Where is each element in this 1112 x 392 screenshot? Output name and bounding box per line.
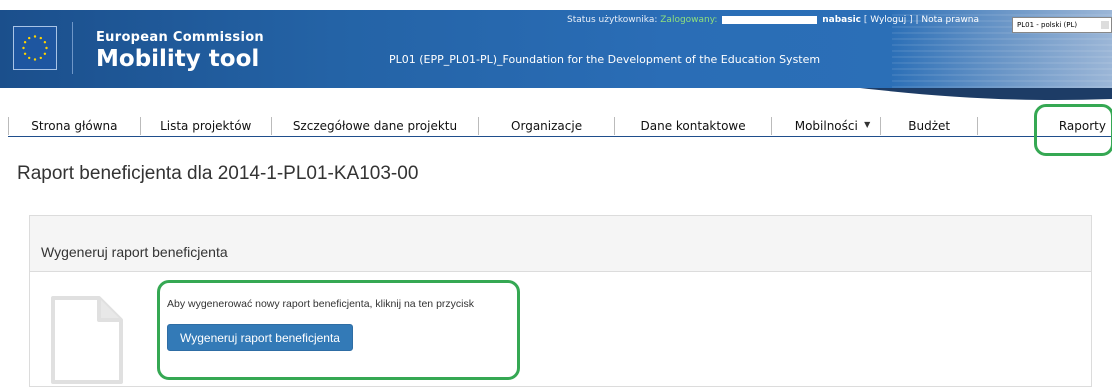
logout-link[interactable]: Wyloguj (870, 15, 906, 25)
eu-flag-logo (13, 26, 57, 70)
legal-notice-link[interactable]: Nota prawna (921, 15, 979, 25)
nav-item-contacts[interactable]: Dane kontaktowe (615, 117, 773, 135)
logo-divider (72, 22, 73, 74)
brand-commission: European Commission (96, 30, 264, 45)
nav-item-home[interactable]: Strona główna (8, 117, 141, 135)
nav-item-reports[interactable]: Raporty (978, 117, 1112, 135)
nav-item-organisations[interactable]: Organizacje (479, 117, 615, 135)
status-value: Zalogowany: (660, 15, 718, 25)
nav-item-budget[interactable]: Budżet (881, 117, 979, 135)
language-selected: PL01 - polski (PL) (1017, 21, 1078, 29)
page-title: Raport beneficjenta dla 2014-1-PL01-KA10… (17, 163, 481, 185)
user-status: Status użytkownika: Zalogowany: nabasic … (567, 15, 980, 25)
caret-down-icon: ▼ (864, 120, 871, 129)
nav-item-mobilities[interactable]: Mobilności ▼ (772, 117, 882, 135)
organisation-subtitle: PL01 (EPP_PL01-PL)_Foundation for the De… (389, 53, 821, 66)
header-sweep-graphic (0, 88, 1112, 100)
brand-app-name[interactable]: Mobility tool (96, 46, 259, 72)
generate-report-panel: Wygeneruj raport beneficjenta Aby wygene… (29, 215, 1092, 387)
redacted-area (722, 15, 818, 24)
panel-header: Wygeneruj raport beneficjenta (30, 216, 1091, 272)
language-select[interactable]: PL01 - polski (PL) (1012, 17, 1112, 33)
nav-item-mobilities-label: Mobilności (794, 119, 858, 133)
generate-report-button[interactable]: Wygeneruj raport beneficjenta (167, 324, 353, 351)
panel-instruction: Aby wygenerować nowy raport beneficjenta… (167, 298, 474, 310)
username: nabasic (822, 15, 861, 25)
panel-title: Wygeneruj raport beneficjenta (41, 244, 228, 260)
main-navigation: Strona główna Lista projektów Szczegółow… (8, 117, 1112, 137)
document-icon (51, 296, 123, 384)
redacted-area (418, 163, 481, 184)
nav-item-project-details[interactable]: Szczegółowe dane projektu (272, 117, 480, 135)
nav-item-project-list[interactable]: Lista projektów (141, 117, 272, 135)
site-header: European Commission Mobility tool Status… (0, 0, 1112, 103)
status-label: Status użytkownika: (567, 15, 658, 25)
dropdown-arrow-icon (1101, 21, 1109, 29)
page-title-text: Raport beneficjenta dla 2014-1-PL01-KA10… (17, 163, 419, 184)
